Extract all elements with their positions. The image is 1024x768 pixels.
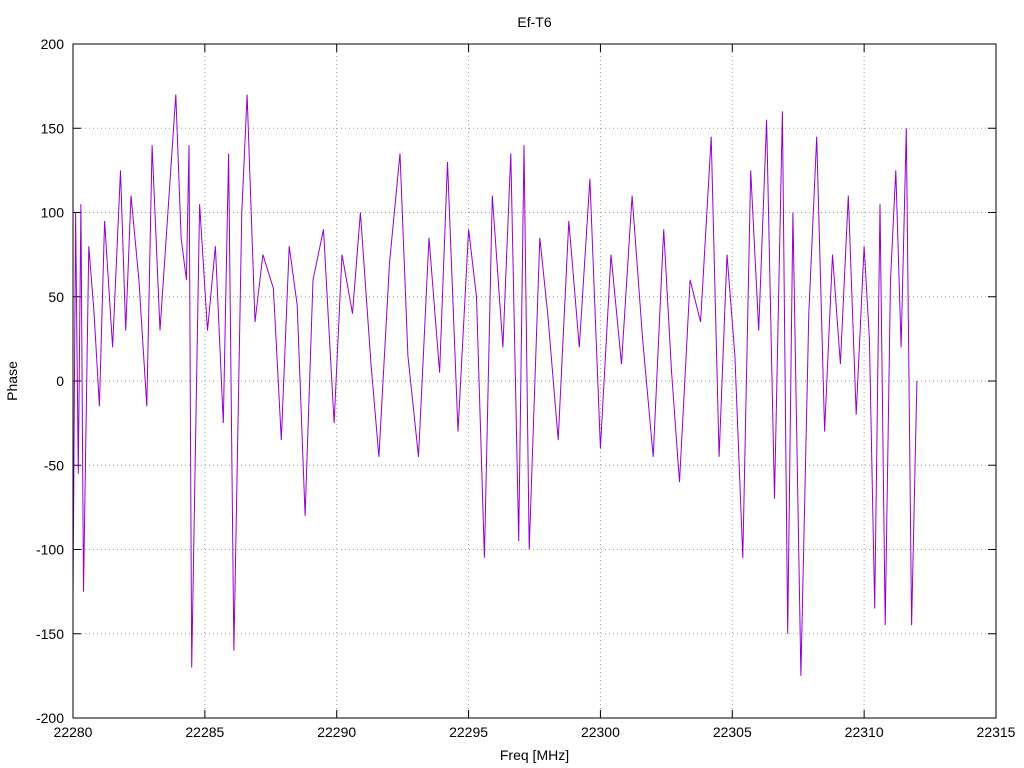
series-layer [72,94,918,676]
x-tick-label: 22290 [317,724,356,740]
y-tick-label: 50 [48,289,64,305]
x-tick-label: 22280 [54,724,93,740]
y-tick-label: 100 [41,205,65,221]
y-tick-label: 150 [41,120,65,136]
tick-labels: 22280 22285 22290 22295 22300 22305 22310 22315… [36,36,1016,740]
y-tick-label: -150 [36,626,64,642]
x-tick-label: 22300 [581,724,620,740]
y-tick-label: -50 [44,457,64,473]
series-line [72,94,918,676]
x-tick-label: 22305 [713,724,752,740]
x-axis-title: Freq [MHz] [500,747,569,763]
y-axis-title: Phase [4,361,20,401]
x-tick-label: 22295 [449,724,488,740]
y-tick-label: -100 [36,542,64,558]
x-tick-label: 22315 [977,724,1016,740]
x-tick-label: 22285 [185,724,224,740]
y-tick-label: 200 [41,36,65,52]
y-tick-label: 0 [56,373,64,389]
y-tick-label: -200 [36,710,64,726]
chart-title: Ef-T6 [517,14,551,30]
x-tick-label: 22310 [845,724,884,740]
line-chart: 22280 22285 22290 22295 22300 22305 22310 22315… [4,14,1016,763]
